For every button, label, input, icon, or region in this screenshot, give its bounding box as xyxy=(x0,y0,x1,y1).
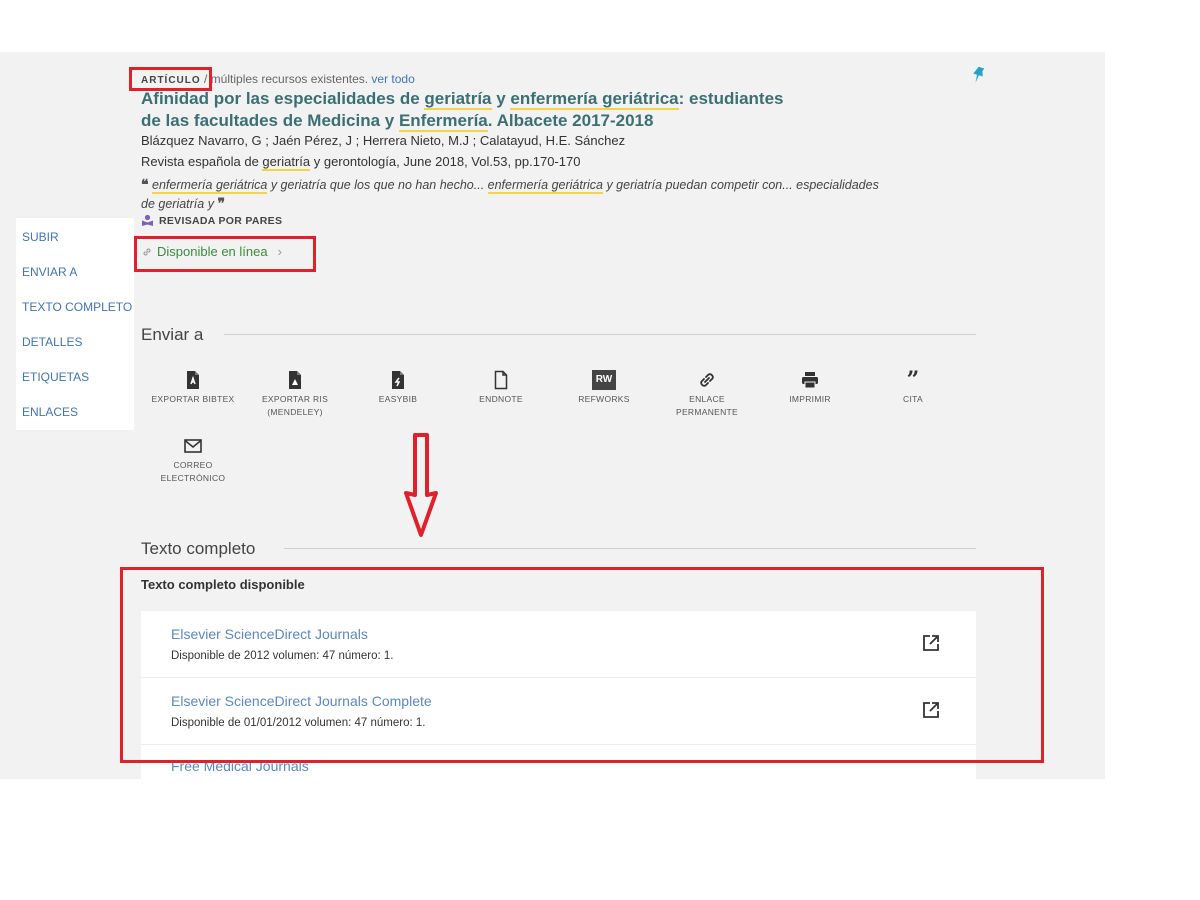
action-label: ENDNOTE xyxy=(479,394,523,404)
source-text: y gerontología, June 2018, Vol.53, pp.17… xyxy=(310,154,581,169)
snippet-text: y geriatría que los que no han hecho... xyxy=(267,178,488,192)
source-highlight: geriatría xyxy=(262,154,311,171)
peer-reviewed-label: REVISADA POR PARES xyxy=(159,214,283,227)
record-authors: Blázquez Navarro, G ; Jaén Pérez, J ; He… xyxy=(141,133,626,148)
email-button[interactable]: CORREO ELECTRÓNICO xyxy=(148,436,238,485)
nav-enlaces[interactable]: ENLACES xyxy=(22,405,78,419)
endnote-icon xyxy=(494,370,508,390)
pin-icon[interactable] xyxy=(970,66,986,84)
easybib-icon xyxy=(392,371,404,389)
snippet-highlight: enfermería geriátrica xyxy=(152,178,268,194)
link-icon xyxy=(700,373,714,387)
refworks-icon: RW xyxy=(592,370,616,390)
send-to-divider xyxy=(224,334,976,335)
title-text: . Albacete 2017-2018 xyxy=(487,111,654,130)
send-to-title: Enviar a xyxy=(141,325,204,344)
record-title[interactable]: Afinidad por las especialidades de geria… xyxy=(141,88,801,132)
export-bibtex-button[interactable]: EXPORTAR BIBTEX xyxy=(148,370,238,406)
record-snippet: ❝ enfermería geriátrica y geriatría que … xyxy=(141,175,881,213)
link-icon xyxy=(143,247,151,256)
full-text-divider xyxy=(284,548,976,549)
nav-subir[interactable]: SUBIR xyxy=(22,230,59,244)
print-button[interactable]: IMPRIMIR xyxy=(765,370,855,406)
action-label: EXPORTAR BIBTEX xyxy=(151,394,235,404)
side-navigation: SUBIR ENVIAR A TEXTO COMPLETO DETALLES E… xyxy=(16,218,134,430)
action-label: ENLACE PERMANENTE xyxy=(675,394,739,417)
record-source: Revista española de geriatría y gerontol… xyxy=(141,154,581,171)
service-coverage: Disponible de 2012 volumen: 47 número: 1… xyxy=(171,650,394,662)
nav-enviar-a[interactable]: ENVIAR A xyxy=(22,265,77,279)
title-text: y xyxy=(491,89,511,108)
full-text-available-label: Texto completo disponible xyxy=(141,577,305,592)
chevron-right-icon: › xyxy=(277,244,282,259)
service-row[interactable]: Elsevier ScienceDirect Journals Complete… xyxy=(141,678,976,745)
nav-etiquetas[interactable]: ETIQUETAS xyxy=(22,370,89,384)
service-coverage: Disponible de 01/01/2012 volumen: 47 núm… xyxy=(171,717,426,729)
easybib-button[interactable]: EASYBIB xyxy=(353,370,443,406)
quote-icon: ” xyxy=(906,367,920,393)
action-label: IMPRIMIR xyxy=(789,394,831,404)
action-label: EASYBIB xyxy=(378,394,418,404)
view-all-link[interactable]: ver todo xyxy=(371,72,414,86)
action-label: CORREO ELECTRÓNICO xyxy=(160,460,226,483)
title-highlight: Enfermería xyxy=(398,111,488,132)
bibtex-icon xyxy=(187,371,199,389)
endnote-button[interactable]: ENDNOTE xyxy=(456,370,546,406)
cite-button[interactable]: ” CITA xyxy=(868,367,958,406)
record-type: ARTÍCULO xyxy=(141,75,201,86)
title-highlight: geriatría xyxy=(424,89,492,110)
action-label: REFWORKS xyxy=(578,394,630,404)
close-quote-icon: ❞ xyxy=(217,195,225,211)
resources-text: / múltiples recursos existentes. xyxy=(204,72,369,86)
record-meta: ARTÍCULO / múltiples recursos existentes… xyxy=(141,72,415,86)
open-quote-icon: ❝ xyxy=(141,176,149,192)
nav-texto-completo[interactable]: TEXTO COMPLETO xyxy=(22,300,132,314)
action-label: EXPORTAR RIS (MENDELEY) xyxy=(261,394,329,417)
page-background xyxy=(0,779,1200,900)
service-row[interactable]: Elsevier ScienceDirect Journals Disponib… xyxy=(141,611,976,678)
ris-icon xyxy=(289,371,301,389)
available-online-link[interactable]: Disponible en línea › xyxy=(141,244,282,259)
snippet-highlight: enfermería geriátrica xyxy=(487,178,603,194)
external-link-icon[interactable] xyxy=(921,633,941,653)
title-text: Afinidad por las especialidades de xyxy=(141,89,425,108)
annotation-arrow-down xyxy=(404,433,438,537)
source-text: Revista española de xyxy=(141,154,263,169)
mail-icon xyxy=(184,439,202,453)
availability-label: Disponible en línea xyxy=(157,244,268,259)
export-ris-button[interactable]: EXPORTAR RIS (MENDELEY) xyxy=(250,370,340,419)
peer-reviewed-icon xyxy=(142,214,153,226)
peer-reviewed-badge: REVISADA POR PARES xyxy=(141,214,282,227)
title-highlight: enfermería geriátrica xyxy=(510,89,679,110)
external-link-icon[interactable] xyxy=(921,700,941,720)
service-name[interactable]: Elsevier ScienceDirect Journals xyxy=(171,626,368,642)
nav-detalles[interactable]: DETALLES xyxy=(22,335,82,349)
service-name[interactable]: Elsevier ScienceDirect Journals Complete xyxy=(171,693,432,709)
permalink-button[interactable]: ENLACE PERMANENTE xyxy=(662,370,752,419)
print-icon xyxy=(802,372,818,389)
full-text-title: Texto completo xyxy=(141,539,256,558)
refworks-button[interactable]: RW REFWORKS xyxy=(559,370,649,406)
service-name[interactable]: Free Medical Journals xyxy=(171,758,309,774)
action-label: CITA xyxy=(903,394,923,404)
